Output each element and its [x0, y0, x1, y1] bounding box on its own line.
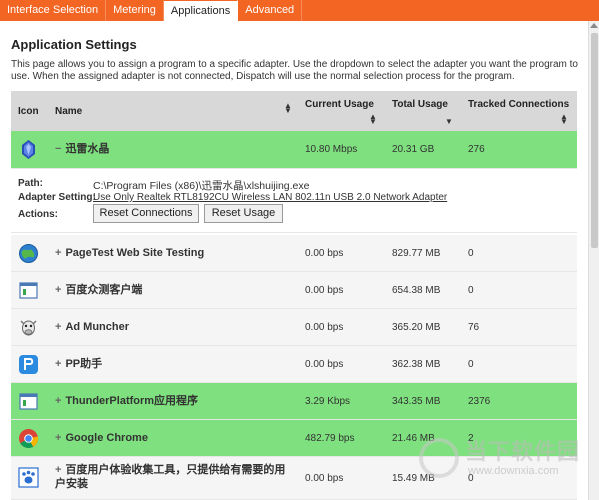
app-name[interactable]: − 迅雷水晶 — [55, 131, 109, 168]
collapse-icon[interactable]: − — [55, 143, 61, 155]
total-usage: 343.35 MB — [392, 396, 441, 407]
app-name[interactable]: + 百度众测客户端 — [55, 272, 142, 309]
table-row[interactable]: + PageTest Web Site Testing 0.00 bps 829.… — [11, 235, 577, 272]
current-usage: 3.29 Kbps — [305, 396, 351, 407]
header-current-label: Current Usage — [305, 99, 374, 110]
current-usage: 0.00 bps — [305, 322, 344, 333]
header-tracked-connections[interactable]: Tracked Connections ▲ ▼ — [468, 91, 576, 131]
watermark-text: 当下软件园 — [465, 440, 581, 465]
current-usage: 0.00 bps — [305, 248, 344, 259]
app-name[interactable]: + PP助手 — [55, 346, 102, 383]
reset-connections-button[interactable]: Reset Connections — [93, 204, 199, 223]
pp-icon — [19, 355, 38, 374]
current-usage: 0.00 bps — [305, 359, 344, 370]
current-usage: 0.00 bps — [305, 285, 344, 296]
header-current-usage[interactable]: Current Usage ▲ ▼ — [305, 91, 385, 131]
header-tracked-label: Tracked Connections — [468, 99, 570, 110]
total-usage: 362.38 MB — [392, 359, 441, 370]
tracked-connections: 76 — [468, 322, 480, 333]
expand-icon[interactable]: + — [55, 358, 61, 370]
current-usage: 0.00 bps — [305, 473, 344, 484]
app-name-text: 百度用户体验收集工具，只提供给有需要的用户安装 — [55, 464, 286, 490]
app-name[interactable]: + Google Chrome — [55, 420, 148, 457]
header-total-label: Total Usage — [392, 99, 448, 110]
table-row[interactable]: − 迅雷水晶 10.80 Mbps 20.31 GB 276 — [11, 131, 577, 169]
app-name-text: 迅雷水晶 — [65, 143, 110, 155]
tab-metering[interactable]: Metering — [106, 0, 164, 21]
app-name-text: 百度众测客户端 — [65, 284, 143, 296]
header-icon: Icon — [18, 91, 58, 131]
current-usage: 10.80 Mbps — [305, 144, 358, 155]
app-name-text: PageTest Web Site Testing — [65, 247, 205, 259]
sort-desc-icon: ▼ — [445, 117, 453, 126]
cow-icon — [20, 320, 37, 336]
app-name[interactable]: + 百度用户体验收集工具，只提供给有需要的用户安装 — [55, 463, 295, 491]
app-name[interactable]: + ThunderPlatform应用程序 — [55, 383, 198, 420]
app-detail-panel: Path: C:\Program Files (x86)\迅雷水晶\xlshui… — [11, 169, 577, 233]
adapter-label: Adapter Setting: — [18, 192, 96, 203]
watermark-logo-icon — [419, 438, 459, 478]
total-usage: 20.31 GB — [392, 144, 435, 155]
crystal-icon — [22, 140, 35, 159]
tracked-connections: 276 — [468, 144, 485, 155]
header-name-label: Name — [55, 106, 83, 117]
total-usage: 654.38 MB — [392, 285, 441, 296]
current-usage: 482.79 bps — [305, 433, 355, 444]
sort-both-icon: ▲ ▼ — [369, 112, 377, 126]
adapter-setting-link[interactable]: Use Only Realtek RTL8192CU Wireless LAN … — [93, 192, 447, 203]
paw-icon — [18, 467, 39, 488]
table-row[interactable]: + 百度众测客户端 0.00 bps 654.38 MB 0 — [11, 272, 577, 309]
tracked-connections: 0 — [468, 285, 474, 296]
page-description: This page allows you to assign a program… — [11, 59, 578, 82]
expand-icon[interactable]: + — [55, 284, 61, 296]
tracked-connections: 0 — [468, 359, 474, 370]
watermark-url: www.downxia.com — [468, 465, 559, 477]
expand-icon[interactable]: + — [55, 395, 61, 407]
expand-icon[interactable]: + — [55, 247, 61, 259]
sort-both-icon: ▲ ▼ — [560, 112, 568, 126]
tab-bar: Interface Selection Metering Application… — [0, 0, 599, 21]
header-icon-label: Icon — [18, 106, 39, 117]
scroll-thumb[interactable] — [591, 33, 598, 248]
header-total-usage[interactable]: Total Usage ▼ — [392, 91, 462, 131]
vertical-scrollbar[interactable] — [588, 21, 599, 500]
reset-usage-button[interactable]: Reset Usage — [204, 204, 283, 223]
expand-icon[interactable]: + — [55, 464, 61, 476]
watermark: 当下软件园 www.downxia.com — [415, 432, 588, 492]
app-name[interactable]: + Ad Muncher — [55, 309, 129, 346]
sort-both-icon: ▲ ▼ — [284, 101, 292, 115]
tab-interface-selection[interactable]: Interface Selection — [0, 0, 107, 21]
chrome-icon — [19, 429, 39, 448]
globe-icon — [19, 244, 38, 263]
window-icon — [19, 282, 38, 299]
expand-icon[interactable]: + — [55, 432, 61, 444]
app-name-text: ThunderPlatform应用程序 — [65, 395, 199, 407]
app-name-text: Google Chrome — [65, 432, 148, 444]
path-value: C:\Program Files (x86)\迅雷水晶\xlshuijing.e… — [93, 180, 310, 192]
window-icon — [19, 393, 38, 410]
total-usage: 829.77 MB — [392, 248, 441, 259]
table-row[interactable]: + ThunderPlatform应用程序 3.29 Kbps 343.35 MB… — [11, 383, 577, 420]
tab-advanced[interactable]: Advanced — [238, 0, 303, 21]
actions-label: Actions: — [18, 209, 58, 220]
path-label: Path: — [18, 178, 43, 189]
scroll-up-arrow-icon[interactable] — [590, 23, 598, 28]
tracked-connections: 0 — [468, 248, 474, 259]
tracked-connections: 2376 — [468, 396, 491, 407]
expand-icon[interactable]: + — [55, 321, 61, 333]
table-header: Icon Name ▲ ▼ Current Usage ▲ ▼ Total Usag… — [11, 91, 577, 131]
tab-applications[interactable]: Applications — [163, 0, 239, 21]
content-area: Application Settings This page allows yo… — [0, 21, 588, 500]
header-name[interactable]: Name ▲ ▼ — [55, 91, 295, 131]
app-name-text: PP助手 — [65, 358, 103, 370]
total-usage: 365.20 MB — [392, 322, 441, 333]
app-name[interactable]: + PageTest Web Site Testing — [55, 235, 204, 272]
table-row[interactable]: + Ad Muncher 0.00 bps 365.20 MB 76 — [11, 309, 577, 346]
table-row[interactable]: + PP助手 0.00 bps 362.38 MB 0 — [11, 346, 577, 383]
app-name-text: Ad Muncher — [65, 321, 129, 333]
page-title: Application Settings — [11, 37, 137, 52]
